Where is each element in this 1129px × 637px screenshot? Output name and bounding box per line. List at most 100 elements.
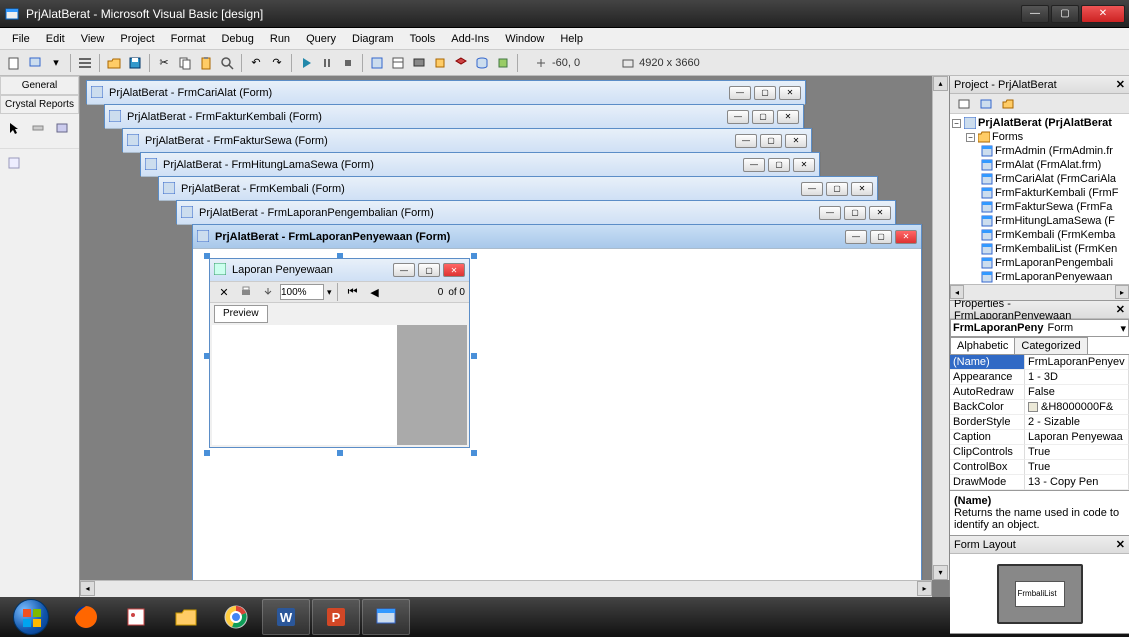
- maximize-icon[interactable]: ▢: [754, 86, 776, 100]
- property-name[interactable]: Caption: [950, 430, 1025, 445]
- project-explorer-button[interactable]: [367, 53, 387, 73]
- tree-item-label[interactable]: FrmFakturSewa (FrmFa: [995, 200, 1112, 214]
- firefox-task-icon[interactable]: [62, 599, 110, 635]
- property-name[interactable]: AutoRedraw: [950, 385, 1025, 400]
- alphabetic-tab[interactable]: Alphabetic: [950, 337, 1015, 354]
- property-name[interactable]: DrawMode: [950, 475, 1025, 490]
- component-button[interactable]: [493, 53, 513, 73]
- maximize-icon[interactable]: ▢: [870, 230, 892, 244]
- zoom-combo[interactable]: [280, 284, 324, 300]
- close-icon[interactable]: ✕: [779, 86, 801, 100]
- toolbox-tab-general[interactable]: General: [0, 76, 79, 95]
- menu-help[interactable]: Help: [552, 31, 591, 47]
- tree-item-label[interactable]: FrmKembaliList (FrmKen: [995, 242, 1117, 256]
- tree-item-label[interactable]: FrmKembali (FrmKemba: [995, 228, 1115, 242]
- categorized-tab[interactable]: Categorized: [1014, 337, 1087, 354]
- tool-icon[interactable]: [52, 118, 72, 138]
- minimize-icon[interactable]: —: [735, 134, 757, 148]
- property-value[interactable]: Laporan Penyewaa: [1025, 430, 1129, 445]
- dropdown-arrow-icon[interactable]: ▾: [46, 53, 66, 73]
- pointer-tool[interactable]: [4, 118, 24, 138]
- form-window[interactable]: PrjAlatBerat - FrmFakturKembali (Form) —…: [104, 104, 804, 128]
- preview-tab[interactable]: Preview: [214, 305, 268, 323]
- maximize-icon[interactable]: ▢: [418, 263, 440, 277]
- form-layout-view[interactable]: FrmbaliList: [950, 554, 1129, 633]
- minimize-icon[interactable]: —: [729, 86, 751, 100]
- property-name[interactable]: (Name): [950, 355, 1025, 370]
- new-project-button[interactable]: [4, 53, 24, 73]
- tree-collapse-icon[interactable]: −: [966, 133, 975, 142]
- scroll-right-button[interactable]: ▸: [917, 581, 932, 596]
- first-page-button[interactable]: ⏮: [343, 282, 363, 302]
- tree-item-label[interactable]: FrmAdmin (FrmAdmin.fr: [995, 144, 1113, 158]
- close-icon[interactable]: ✕: [443, 263, 465, 277]
- tree-item-label[interactable]: FrmCariAlat (FrmCariAla: [995, 172, 1116, 186]
- menu-project[interactable]: Project: [112, 31, 162, 47]
- dropdown-arrow-icon[interactable]: ▾: [327, 287, 332, 298]
- form-window[interactable]: PrjAlatBerat - FrmFakturSewa (Form) —▢✕: [122, 128, 812, 152]
- close-icon[interactable]: ✕: [895, 230, 917, 244]
- undo-button[interactable]: ↶: [246, 53, 266, 73]
- property-value[interactable]: 1 - 3D: [1025, 370, 1129, 385]
- save-button[interactable]: [125, 53, 145, 73]
- property-value[interactable]: 13 - Copy Pen: [1025, 475, 1129, 490]
- minimize-icon[interactable]: —: [845, 230, 867, 244]
- menu-window[interactable]: Window: [497, 31, 552, 47]
- selection-handle[interactable]: [471, 253, 477, 259]
- tree-item-label[interactable]: FrmAlat (FrmAlat.frm): [995, 158, 1101, 172]
- panel-close-icon[interactable]: ✕: [1116, 303, 1125, 316]
- redo-button[interactable]: ↷: [267, 53, 287, 73]
- project-tree[interactable]: −PrjAlatBerat (PrjAlatBerat −Forms FrmAd…: [950, 114, 1129, 300]
- menu-run[interactable]: Run: [262, 31, 298, 47]
- property-value[interactable]: FrmLaporanPenyev: [1025, 355, 1129, 370]
- stop-button[interactable]: [338, 53, 358, 73]
- menu-file[interactable]: File: [4, 31, 38, 47]
- properties-grid[interactable]: (Name)FrmLaporanPenyevAppearance1 - 3DAu…: [950, 355, 1129, 490]
- vertical-scrollbar[interactable]: ▴ ▾: [932, 76, 949, 580]
- menu-diagram[interactable]: Diagram: [344, 31, 402, 47]
- toggle-folders-button[interactable]: [998, 94, 1018, 114]
- maximize-icon[interactable]: ▢: [768, 158, 790, 172]
- property-value[interactable]: 2 - Sizable: [1025, 415, 1129, 430]
- property-value[interactable]: False: [1025, 385, 1129, 400]
- panel-close-icon[interactable]: ✕: [1116, 538, 1125, 551]
- vb6-task-icon[interactable]: [362, 599, 410, 635]
- close-icon[interactable]: ✕: [777, 110, 799, 124]
- object-selector-combo[interactable]: FrmLaporanPeny Form ▾: [950, 319, 1129, 337]
- horizontal-scrollbar[interactable]: ◂ ▸: [950, 284, 1129, 300]
- tree-item-label[interactable]: FrmFakturKembali (FrmF: [995, 186, 1118, 200]
- copy-button[interactable]: [175, 53, 195, 73]
- tree-item-label[interactable]: FrmHitungLamaSewa (F: [995, 214, 1115, 228]
- data-view-button[interactable]: [472, 53, 492, 73]
- form-layout-button[interactable]: [409, 53, 429, 73]
- minimize-icon[interactable]: —: [393, 263, 415, 277]
- view-code-button[interactable]: [954, 94, 974, 114]
- maximize-icon[interactable]: ▢: [826, 182, 848, 196]
- tree-collapse-icon[interactable]: −: [952, 119, 961, 128]
- paste-button[interactable]: [196, 53, 216, 73]
- menu-editor-button[interactable]: [75, 53, 95, 73]
- scroll-left-button[interactable]: ◂: [950, 285, 964, 299]
- menu-view[interactable]: View: [73, 31, 113, 47]
- selection-handle[interactable]: [471, 353, 477, 359]
- maximize-button[interactable]: ▢: [1051, 5, 1079, 23]
- minimize-icon[interactable]: —: [743, 158, 765, 172]
- property-name[interactable]: ClipControls: [950, 445, 1025, 460]
- minimize-icon[interactable]: —: [801, 182, 823, 196]
- maximize-icon[interactable]: ▢: [752, 110, 774, 124]
- export-button[interactable]: [258, 282, 278, 302]
- paint-task-icon[interactable]: [112, 599, 160, 635]
- panel-close-icon[interactable]: ✕: [1116, 78, 1125, 91]
- property-name[interactable]: ControlBox: [950, 460, 1025, 475]
- tree-item-label[interactable]: FrmLaporanPengembali: [995, 256, 1113, 270]
- property-name[interactable]: BorderStyle: [950, 415, 1025, 430]
- minimize-icon[interactable]: —: [819, 206, 841, 220]
- minimize-icon[interactable]: —: [727, 110, 749, 124]
- property-value[interactable]: True: [1025, 445, 1129, 460]
- menu-tools[interactable]: Tools: [402, 31, 444, 47]
- form-window[interactable]: PrjAlatBerat - FrmKembali (Form) —▢✕: [158, 176, 878, 200]
- scroll-down-button[interactable]: ▾: [933, 565, 948, 580]
- selection-handle[interactable]: [204, 450, 210, 456]
- chrome-task-icon[interactable]: [212, 599, 260, 635]
- toolbox-button[interactable]: [451, 53, 471, 73]
